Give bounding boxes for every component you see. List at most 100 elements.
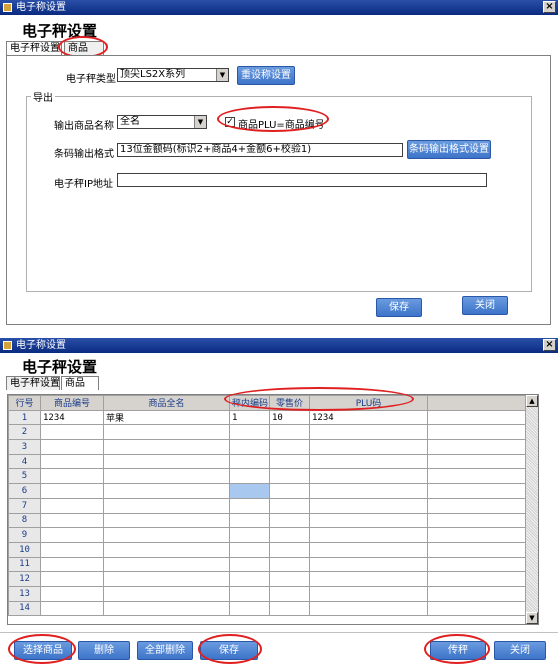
goods-name-cell[interactable] — [103, 571, 230, 587]
table-row[interactable]: 14 — [8, 600, 529, 617]
save-button[interactable]: 保存 — [376, 298, 422, 317]
table-row[interactable]: 5 — [8, 468, 529, 485]
goods-code-cell[interactable] — [40, 600, 104, 617]
scale-code-cell[interactable] — [229, 512, 270, 529]
col-scale-code[interactable]: 秤内编码 — [229, 395, 270, 411]
goods-name-cell[interactable] — [103, 527, 230, 543]
table-row[interactable]: 8 — [8, 512, 529, 529]
plu-code-cell[interactable] — [309, 512, 428, 529]
goods-code-cell[interactable] — [40, 453, 104, 470]
goods-code-cell[interactable] — [40, 512, 104, 529]
scale-code-cell[interactable] — [229, 527, 270, 543]
plu-code-cell[interactable] — [309, 483, 428, 499]
col-goods-code[interactable]: 商品编号 — [40, 395, 104, 411]
tab-goods[interactable]: 商品 — [61, 376, 99, 390]
plu-code-cell[interactable] — [309, 453, 428, 470]
scroll-up-icon[interactable]: ▲ — [526, 395, 538, 407]
vertical-scrollbar[interactable]: ▲ ▼ — [525, 395, 538, 624]
plu-code-cell[interactable] — [309, 527, 428, 543]
retail-price-cell[interactable] — [269, 512, 310, 529]
scale-code-cell[interactable] — [229, 600, 270, 617]
goods-name-cell[interactable]: 苹果 — [103, 409, 230, 426]
goods-code-cell[interactable] — [40, 541, 104, 558]
goods-code-cell[interactable] — [40, 527, 104, 543]
tab-scale-settings[interactable]: 电子秤设置 — [6, 376, 60, 390]
table-row[interactable]: 12 — [8, 571, 529, 587]
retail-price-cell[interactable] — [269, 439, 310, 455]
table-row[interactable]: 10 — [8, 541, 529, 558]
scale-code-cell[interactable] — [229, 497, 270, 514]
retail-price-cell[interactable] — [269, 468, 310, 485]
retail-price-cell[interactable] — [269, 585, 310, 602]
retail-price-cell[interactable] — [269, 541, 310, 558]
retail-price-cell[interactable] — [269, 556, 310, 573]
tab-goods[interactable]: 商品 — [64, 41, 104, 55]
plu-equals-code-checkbox[interactable]: ✓ — [225, 117, 235, 127]
close-icon[interactable]: × — [543, 1, 556, 13]
plu-code-cell[interactable] — [309, 600, 428, 617]
save-button[interactable]: 保存 — [200, 641, 258, 660]
retail-price-cell[interactable] — [269, 571, 310, 587]
scale-code-cell[interactable] — [229, 556, 270, 573]
goods-code-cell[interactable] — [40, 424, 104, 441]
table-row[interactable]: 4 — [8, 453, 529, 470]
plu-code-cell[interactable] — [309, 556, 428, 573]
scroll-down-icon[interactable]: ▼ — [526, 612, 538, 624]
plu-code-cell[interactable] — [309, 468, 428, 485]
plu-code-cell[interactable]: 1234 — [309, 409, 428, 426]
plu-code-cell[interactable] — [309, 571, 428, 587]
plu-code-cell[interactable] — [309, 585, 428, 602]
goods-name-cell[interactable] — [103, 585, 230, 602]
barcode-format-settings-button[interactable]: 条码输出格式设置 — [407, 140, 491, 159]
scale-type-select[interactable]: 顶尖LS2X系列 ▼ — [117, 68, 229, 82]
goods-name-cell[interactable] — [103, 439, 230, 455]
scale-code-cell[interactable] — [229, 585, 270, 602]
select-goods-button[interactable]: 选择商品 — [14, 641, 72, 660]
plu-code-cell[interactable] — [309, 497, 428, 514]
goods-name-cell[interactable] — [103, 424, 230, 441]
scale-code-cell[interactable] — [229, 541, 270, 558]
goods-code-cell[interactable] — [40, 468, 104, 485]
table-row[interactable]: 2 — [8, 424, 529, 441]
table-row[interactable]: 6▶ — [8, 483, 529, 499]
table-row[interactable]: 13 — [8, 585, 529, 602]
scale-code-cell[interactable] — [229, 453, 270, 470]
goods-name-cell[interactable] — [103, 600, 230, 617]
goods-code-cell[interactable] — [40, 439, 104, 455]
scale-code-cell[interactable] — [229, 439, 270, 455]
plu-code-cell[interactable] — [309, 541, 428, 558]
plu-code-cell[interactable] — [309, 424, 428, 441]
goods-code-cell[interactable] — [40, 585, 104, 602]
goods-code-cell[interactable] — [40, 571, 104, 587]
close-button[interactable]: 关闭 — [494, 641, 546, 660]
retail-price-cell[interactable] — [269, 453, 310, 470]
scale-ip-field[interactable] — [117, 173, 487, 187]
retail-price-cell[interactable] — [269, 497, 310, 514]
retail-price-cell[interactable] — [269, 527, 310, 543]
transfer-to-scale-button[interactable]: 传秤 — [430, 641, 486, 660]
goods-code-cell[interactable] — [40, 556, 104, 573]
goods-name-cell[interactable] — [103, 468, 230, 485]
col-row-number[interactable]: 行号 — [8, 395, 41, 411]
plu-code-cell[interactable] — [309, 439, 428, 455]
scale-code-cell[interactable] — [229, 468, 270, 485]
output-name-select[interactable]: 全名 ▼ — [117, 115, 207, 129]
goods-name-cell[interactable] — [103, 497, 230, 514]
table-row[interactable]: 1 1234 苹果 1 10 1234 — [8, 409, 529, 426]
goods-name-cell[interactable] — [103, 541, 230, 558]
close-button[interactable]: 关闭 — [462, 296, 508, 315]
table-row[interactable]: 9 — [8, 527, 529, 543]
scale-code-cell[interactable]: 1 — [229, 409, 270, 426]
goods-name-cell[interactable] — [103, 512, 230, 529]
retail-price-cell[interactable] — [269, 424, 310, 441]
retail-price-cell[interactable]: 10 — [269, 409, 310, 426]
goods-name-cell[interactable] — [103, 483, 230, 499]
table-row[interactable]: 7 — [8, 497, 529, 514]
scale-code-cell[interactable] — [229, 571, 270, 587]
col-plu-code[interactable]: PLU码 — [309, 395, 428, 411]
goods-name-cell[interactable] — [103, 556, 230, 573]
col-retail-price[interactable]: 零售价 — [269, 395, 310, 411]
retail-price-cell[interactable] — [269, 600, 310, 617]
tab-scale-settings[interactable]: 电子秤设置 — [6, 41, 62, 55]
delete-button[interactable]: 删除 — [78, 641, 130, 660]
